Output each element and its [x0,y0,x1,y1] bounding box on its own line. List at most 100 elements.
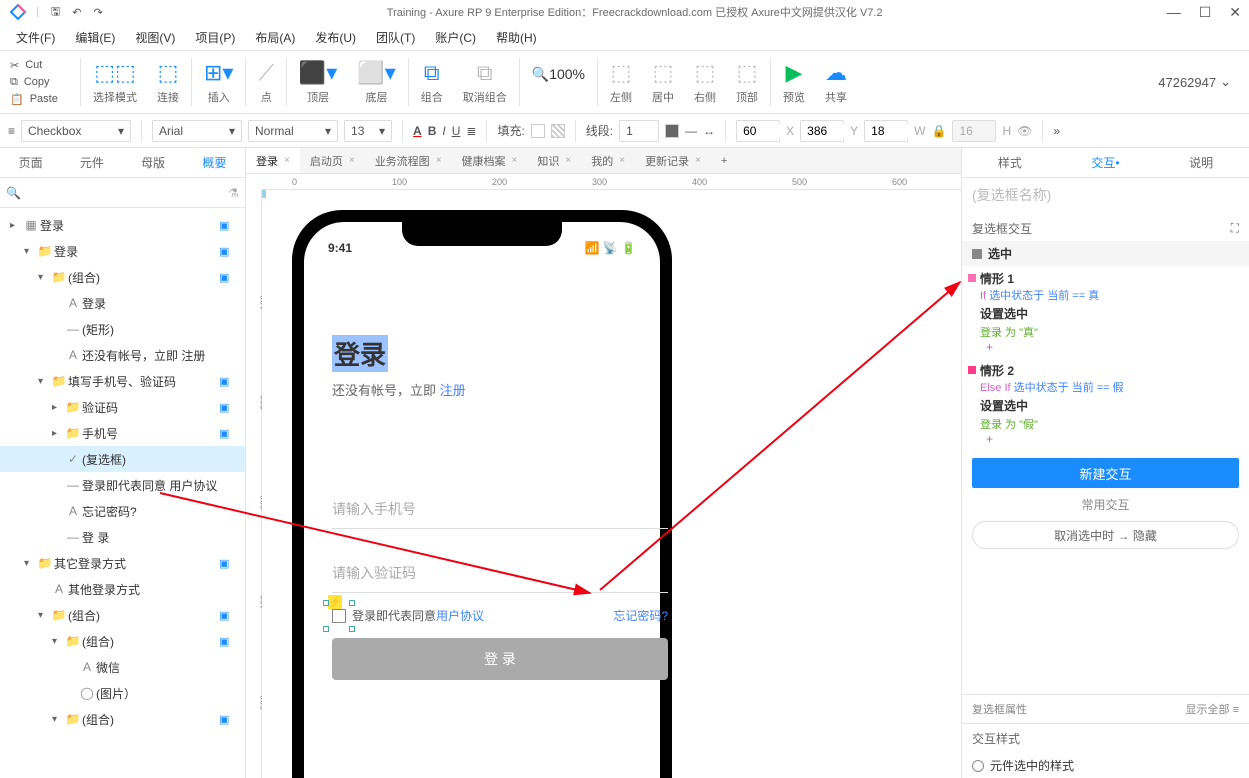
paste-button[interactable]: 📋Paste [10,91,74,108]
widget-name-field[interactable]: (复选框名称) [962,178,1249,212]
tree-row[interactable]: ▸▦登录▣ [0,212,245,238]
expand-icon[interactable]: ⛶ [1231,221,1239,236]
undo-icon[interactable]: ↶ [72,6,81,19]
filter-icon[interactable]: ⚗ [228,186,239,200]
w-input[interactable] [864,120,908,142]
menu-publish[interactable]: 发布(U) [305,29,366,46]
close-icon[interactable]: × [619,155,625,166]
close-icon[interactable]: × [695,155,701,166]
tab-style[interactable]: 样式 [962,148,1058,177]
tree-row[interactable]: ▸📁手机号▣ [0,420,245,446]
close-icon[interactable]: × [349,155,355,166]
size-input[interactable]: 13▾ [344,120,392,142]
close-icon[interactable]: × [512,155,518,166]
tree-row[interactable]: A微信 [0,654,245,680]
tree-row[interactable]: —登 录 [0,524,245,550]
login-button[interactable]: 登 录 [332,638,668,680]
menu-help[interactable]: 帮助(H) [486,29,547,46]
quick-ix-button[interactable]: 取消选中时 → 隐藏 [972,521,1239,549]
canvas-tab[interactable]: 知识× [527,148,581,173]
line-color-swatch[interactable] [665,124,679,138]
tree-row[interactable]: —登录即代表同意 用户协议 [0,472,245,498]
canvas-tab[interactable]: 健康档案× [452,148,528,173]
copy-button[interactable]: ⧉Copy [10,74,74,91]
tree-row[interactable]: ◯(图片） [0,680,245,706]
visibility-icon[interactable]: 👁 [1017,124,1032,138]
weight-select[interactable]: Normal▾ [248,120,338,142]
widget-name-select[interactable]: Checkbox▾ [21,120,131,142]
line-style-button[interactable]: — [685,124,697,138]
select-mode-button[interactable]: ⬚⬚选择模式 [83,52,147,112]
add-tab-button[interactable]: + [711,148,737,173]
account-button[interactable]: 47262947 ⌄ [1158,74,1243,90]
tab-notes[interactable]: 说明 [1153,148,1249,177]
font-select[interactable]: Arial▾ [152,120,242,142]
selected-style-radio[interactable]: 元件选中的样式 [962,753,1249,778]
close-icon[interactable]: × [284,155,290,166]
tree-row[interactable]: ▾📁填写手机号、验证码▣ [0,368,245,394]
tree-row[interactable]: A还没有帐号，立即 注册 [0,342,245,368]
tree-row[interactable]: A其他登录方式 [0,576,245,602]
canvas-tab[interactable]: 业务流程图× [365,148,452,173]
menu-edit[interactable]: 编辑(E) [65,29,125,46]
tab-pages[interactable]: 页面 [0,148,61,177]
tree-row[interactable]: ▾📁(组合)▣ [0,628,245,654]
canvas-tab[interactable]: 启动页× [300,148,365,173]
bring-front-button[interactable]: ⬛▾顶层 [289,52,347,112]
underline-button[interactable]: U [452,124,461,138]
minimize-icon[interactable]: — [1167,4,1181,21]
add-action-button[interactable]: + [980,432,1239,446]
tree-row[interactable]: ▾📁(组合)▣ [0,264,245,290]
maximize-icon[interactable]: ☐ [1199,4,1212,21]
tree-row[interactable]: A忘记密码? [0,498,245,524]
phone-input[interactable]: 请输入手机号 [332,489,668,529]
canvas-tab[interactable]: 我的× [581,148,635,173]
tree-row[interactable]: ▾📁其它登录方式▣ [0,550,245,576]
close-icon[interactable]: × [436,155,442,166]
redo-icon[interactable]: ↷ [93,6,102,19]
fill-none-swatch[interactable] [551,124,565,138]
menu-layout[interactable]: 布局(A) [245,29,305,46]
event-row[interactable]: 选中 [962,241,1249,266]
tree-row[interactable]: ▾📁(组合)▣ [0,602,245,628]
canvas-tab[interactable]: 更新记录× [635,148,711,173]
para-icon[interactable]: ≡ [8,124,15,138]
fill-swatch[interactable] [531,124,545,138]
send-back-button[interactable]: ⬜▾底层 [347,52,405,112]
bold-button[interactable]: B [428,124,437,138]
preview-button[interactable]: ▶预览 [773,52,815,112]
cut-button[interactable]: ✂Cut [10,57,74,74]
menu-view[interactable]: 视图(V) [125,29,185,46]
search-icon[interactable]: 🔍 [6,186,21,200]
zoom-button[interactable]: 🔍 100% [522,52,595,112]
tab-widgets[interactable]: 元件 [61,148,122,177]
text-color-button[interactable]: A [413,124,422,138]
x-input[interactable] [736,120,780,142]
tab-outline[interactable]: 概要 [184,148,245,177]
agree-checkbox[interactable] [332,609,346,623]
tree-row[interactable]: ▾📁登录▣ [0,238,245,264]
insert-button[interactable]: ⊞▾插入 [194,52,243,112]
case-1[interactable]: 情形 1 If 选中状态于 当前 == 真 设置选中 登录 为 "真" + [962,266,1249,358]
share-button[interactable]: ☁共享 [815,52,857,112]
tree-row[interactable]: ▸📁验证码▣ [0,394,245,420]
tab-interactions[interactable]: 交互• [1058,148,1154,177]
forgot-link[interactable]: 忘记密码? [613,607,668,624]
add-action-button[interactable]: + [980,340,1239,354]
new-interaction-button[interactable]: 新建交互 [972,458,1239,488]
terms-link[interactable]: 用户协议 [436,607,484,624]
tab-masters[interactable]: 母版 [123,148,184,177]
menu-project[interactable]: 项目(P) [185,29,245,46]
register-link[interactable]: 注册 [440,383,466,398]
y-input[interactable] [800,120,844,142]
bullets-button[interactable]: ≣ [466,124,476,138]
menu-account[interactable]: 账户(C) [425,29,486,46]
lock-icon[interactable]: 🔒 [931,124,946,138]
case-2[interactable]: 情形 2 Else If 选中状态于 当前 == 假 设置选中 登录 为 "假"… [962,358,1249,450]
line-width-input[interactable]: 1 [619,120,659,142]
canvas-tab[interactable]: 登录× [246,148,300,173]
tree-row[interactable]: ▾📁(组合)▣ [0,706,245,732]
more-icon[interactable]: » [1053,124,1060,138]
tree-row[interactable]: ✓(复选框) [0,446,245,472]
arrow-style-button[interactable]: ↔ [703,124,715,138]
